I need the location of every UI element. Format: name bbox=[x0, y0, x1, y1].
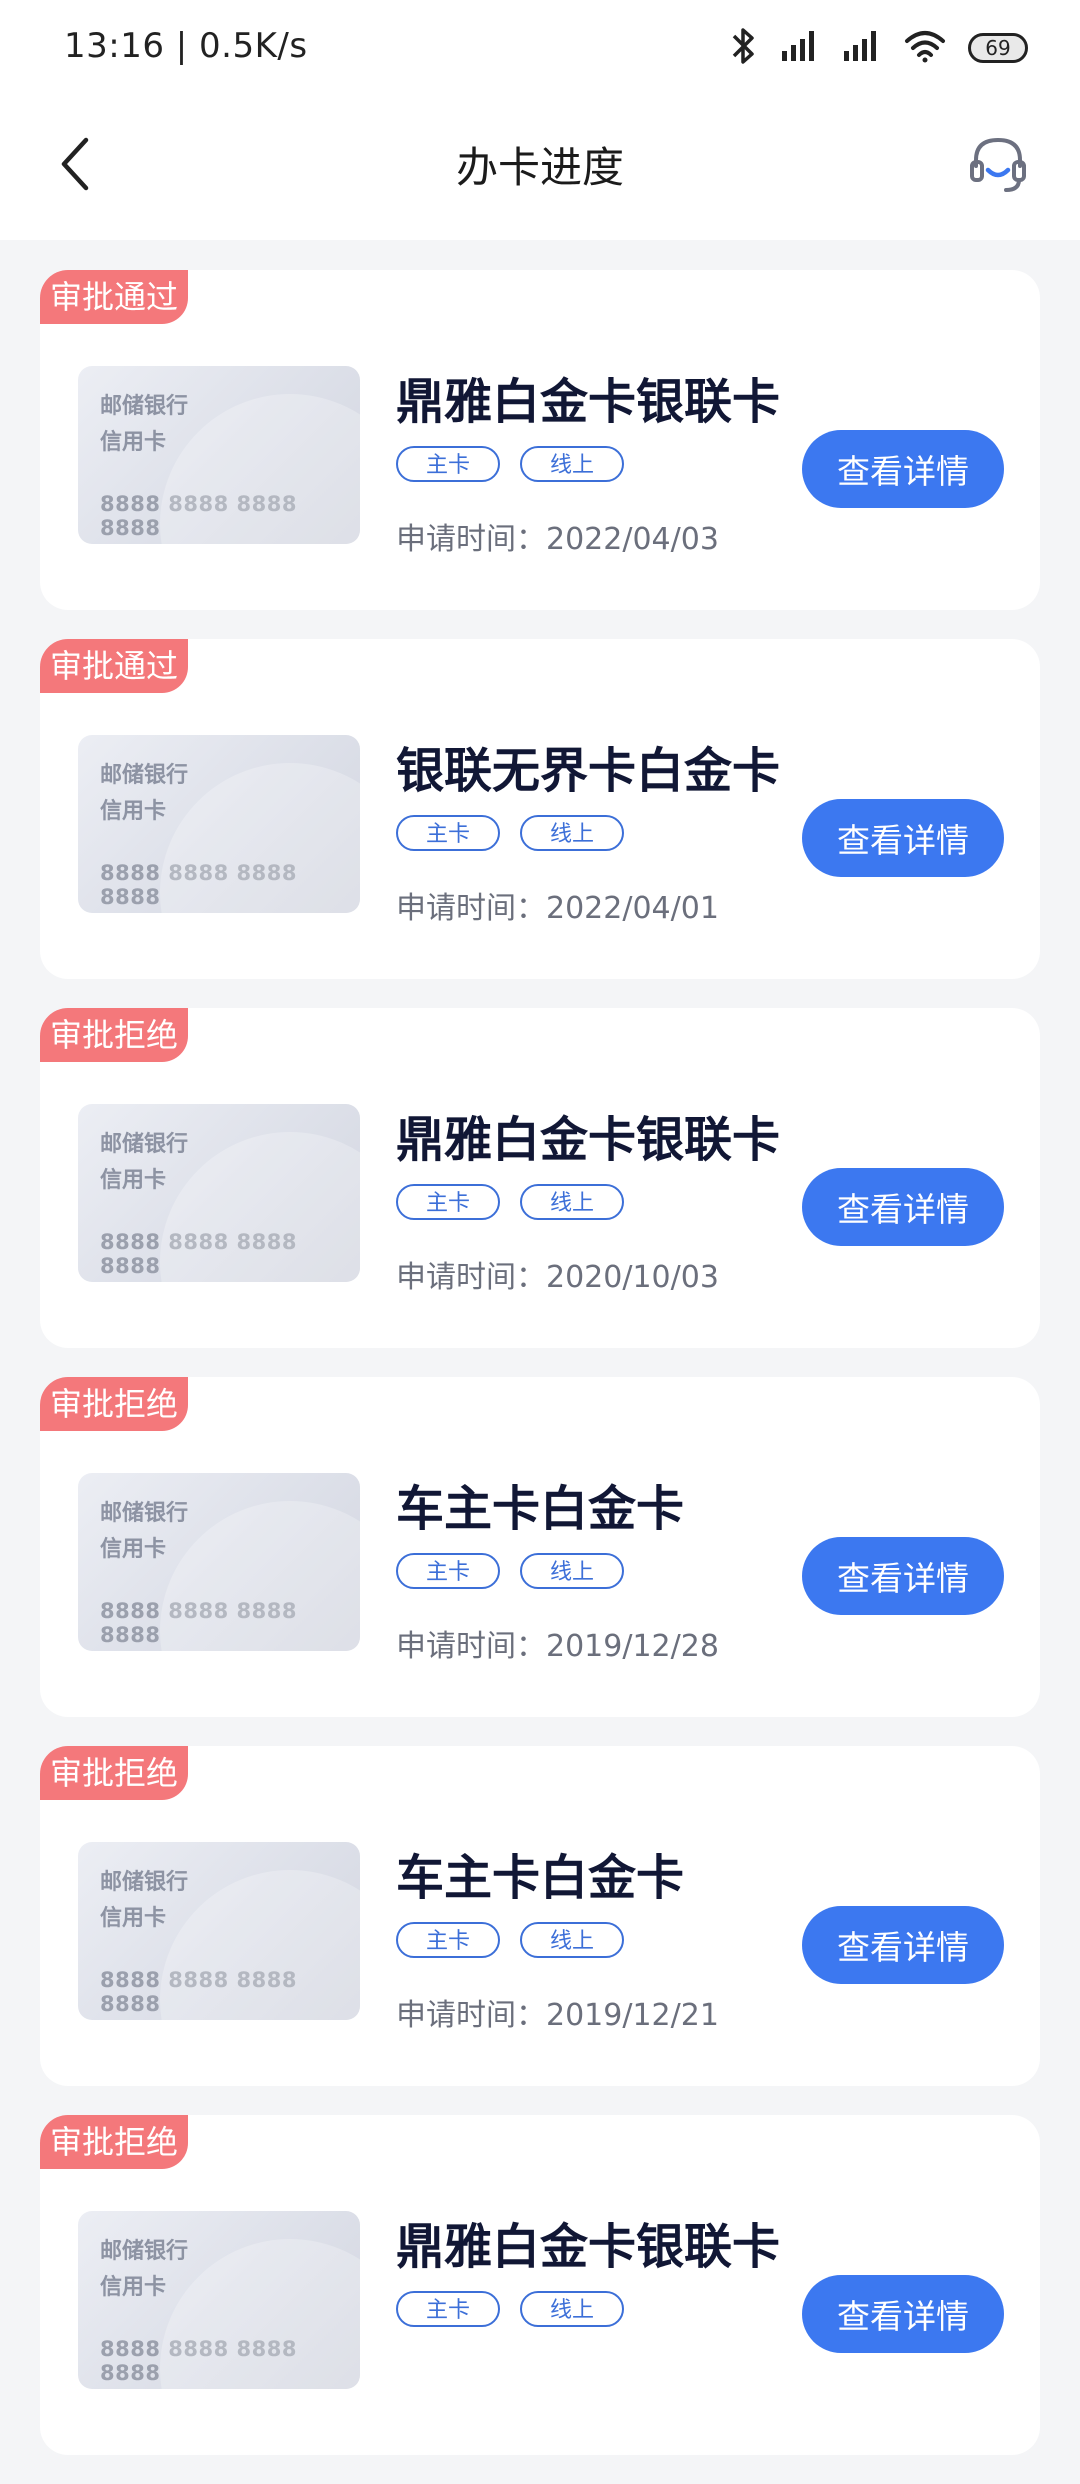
status-bar: 13:16 | 0.5K/s 69 bbox=[0, 0, 1080, 96]
tag-group: 主卡 线上 bbox=[396, 2291, 624, 2327]
card-number: 8888 8888 8888 8888 bbox=[100, 492, 297, 540]
card-number: 8888 8888 8888 8888 bbox=[100, 2337, 297, 2385]
tag-group: 主卡 线上 bbox=[396, 1184, 624, 1220]
apply-time: 申请时间：2019/12/21 bbox=[396, 1998, 719, 2033]
view-details-button[interactable]: 查看详情 bbox=[802, 1168, 1004, 1246]
application-card: 审批拒绝 邮储银行 信用卡 8888 8888 8888 8888 车主卡白金卡… bbox=[40, 1746, 1040, 2086]
tag-group: 主卡 线上 bbox=[396, 1553, 624, 1589]
card-product-name: 鼎雅白金卡银联卡 bbox=[396, 1112, 781, 1168]
status-badge: 审批拒绝 bbox=[40, 1377, 189, 1431]
card-bank-name: 邮储银行 bbox=[100, 763, 189, 788]
nav-bar: 办卡进度 bbox=[0, 96, 1080, 240]
view-details-button[interactable]: 查看详情 bbox=[802, 430, 1004, 508]
bluetooth-icon bbox=[728, 26, 758, 70]
application-card: 审批拒绝 邮储银行 信用卡 8888 8888 8888 8888 鼎雅白金卡银… bbox=[40, 1008, 1040, 1348]
card-bank-name: 邮储银行 bbox=[100, 394, 189, 419]
status-badge: 审批拒绝 bbox=[40, 1746, 189, 1800]
card-product-name: 车主卡白金卡 bbox=[396, 1850, 685, 1906]
status-badge: 审批通过 bbox=[40, 270, 189, 324]
status-badge: 审批拒绝 bbox=[40, 1008, 189, 1062]
status-badge: 审批通过 bbox=[40, 639, 189, 693]
tag-primary-card: 主卡 bbox=[396, 1922, 500, 1958]
tag-group: 主卡 线上 bbox=[396, 1922, 624, 1958]
wifi-icon bbox=[904, 29, 946, 67]
application-card: 审批通过 邮储银行 信用卡 8888 8888 8888 8888 鼎雅白金卡银… bbox=[40, 270, 1040, 610]
credit-card-image: 邮储银行 信用卡 8888 8888 8888 8888 bbox=[78, 1842, 360, 2020]
status-icons: 69 bbox=[728, 26, 1028, 70]
card-number: 8888 8888 8888 8888 bbox=[100, 861, 297, 909]
credit-card-image: 邮储银行 信用卡 8888 8888 8888 8888 bbox=[78, 1473, 360, 1651]
battery-icon: 69 bbox=[968, 33, 1028, 63]
card-type: 信用卡 bbox=[100, 1906, 167, 1931]
card-product-name: 车主卡白金卡 bbox=[396, 1481, 685, 1537]
tag-primary-card: 主卡 bbox=[396, 446, 500, 482]
tag-group: 主卡 线上 bbox=[396, 815, 624, 851]
apply-time: 申请时间：2022/04/03 bbox=[396, 522, 719, 557]
credit-card-image: 邮储银行 信用卡 8888 8888 8888 8888 bbox=[78, 366, 360, 544]
card-number: 8888 8888 8888 8888 bbox=[100, 1968, 297, 2016]
apply-time: 申请时间：2020/10/03 bbox=[396, 1260, 719, 1295]
card-product-name: 银联无界卡白金卡 bbox=[396, 743, 781, 799]
card-type: 信用卡 bbox=[100, 2275, 167, 2300]
application-card: 审批拒绝 邮储银行 信用卡 8888 8888 8888 8888 车主卡白金卡… bbox=[40, 1377, 1040, 1717]
card-type: 信用卡 bbox=[100, 1168, 167, 1193]
tag-primary-card: 主卡 bbox=[396, 1184, 500, 1220]
credit-card-image: 邮储银行 信用卡 8888 8888 8888 8888 bbox=[78, 735, 360, 913]
card-product-name: 鼎雅白金卡银联卡 bbox=[396, 2219, 781, 2275]
card-product-name: 鼎雅白金卡银联卡 bbox=[396, 374, 781, 430]
signal-icon bbox=[842, 29, 882, 67]
application-card: 审批通过 邮储银行 信用卡 8888 8888 8888 8888 银联无界卡白… bbox=[40, 639, 1040, 979]
status-badge: 审批拒绝 bbox=[40, 2115, 189, 2169]
page-title: 办卡进度 bbox=[455, 143, 624, 192]
card-type: 信用卡 bbox=[100, 799, 167, 824]
tag-online: 线上 bbox=[520, 1553, 624, 1589]
headset-icon bbox=[966, 132, 1030, 200]
application-list: 审批通过 邮储银行 信用卡 8888 8888 8888 8888 鼎雅白金卡银… bbox=[40, 270, 1040, 2484]
card-type: 信用卡 bbox=[100, 1537, 167, 1562]
view-details-button[interactable]: 查看详情 bbox=[802, 1537, 1004, 1615]
credit-card-image: 邮储银行 信用卡 8888 8888 8888 8888 bbox=[78, 1104, 360, 1282]
tag-primary-card: 主卡 bbox=[396, 2291, 500, 2327]
card-number: 8888 8888 8888 8888 bbox=[100, 1599, 297, 1647]
tag-online: 线上 bbox=[520, 2291, 624, 2327]
customer-service-button[interactable] bbox=[956, 124, 1040, 208]
card-bank-name: 邮储银行 bbox=[100, 1870, 189, 1895]
view-details-button[interactable]: 查看详情 bbox=[802, 2275, 1004, 2353]
signal-icon bbox=[780, 29, 820, 67]
tag-online: 线上 bbox=[520, 1922, 624, 1958]
tag-online: 线上 bbox=[520, 1184, 624, 1220]
tag-group: 主卡 线上 bbox=[396, 446, 624, 482]
tag-online: 线上 bbox=[520, 446, 624, 482]
apply-time: 申请时间：2022/04/01 bbox=[396, 891, 719, 926]
card-bank-name: 邮储银行 bbox=[100, 1501, 189, 1526]
view-details-button[interactable]: 查看详情 bbox=[802, 1906, 1004, 1984]
card-bank-name: 邮储银行 bbox=[100, 2239, 189, 2264]
tag-primary-card: 主卡 bbox=[396, 815, 500, 851]
tag-online: 线上 bbox=[520, 815, 624, 851]
card-type: 信用卡 bbox=[100, 430, 167, 455]
apply-time: 申请时间：2019/12/28 bbox=[396, 1629, 719, 1664]
card-bank-name: 邮储银行 bbox=[100, 1132, 189, 1157]
status-time: 13:16 | 0.5K/s bbox=[64, 26, 308, 66]
view-details-button[interactable]: 查看详情 bbox=[802, 799, 1004, 877]
tag-primary-card: 主卡 bbox=[396, 1553, 500, 1589]
application-card: 审批拒绝 邮储银行 信用卡 8888 8888 8888 8888 鼎雅白金卡银… bbox=[40, 2115, 1040, 2455]
card-number: 8888 8888 8888 8888 bbox=[100, 1230, 297, 1278]
credit-card-image: 邮储银行 信用卡 8888 8888 8888 8888 bbox=[78, 2211, 360, 2389]
